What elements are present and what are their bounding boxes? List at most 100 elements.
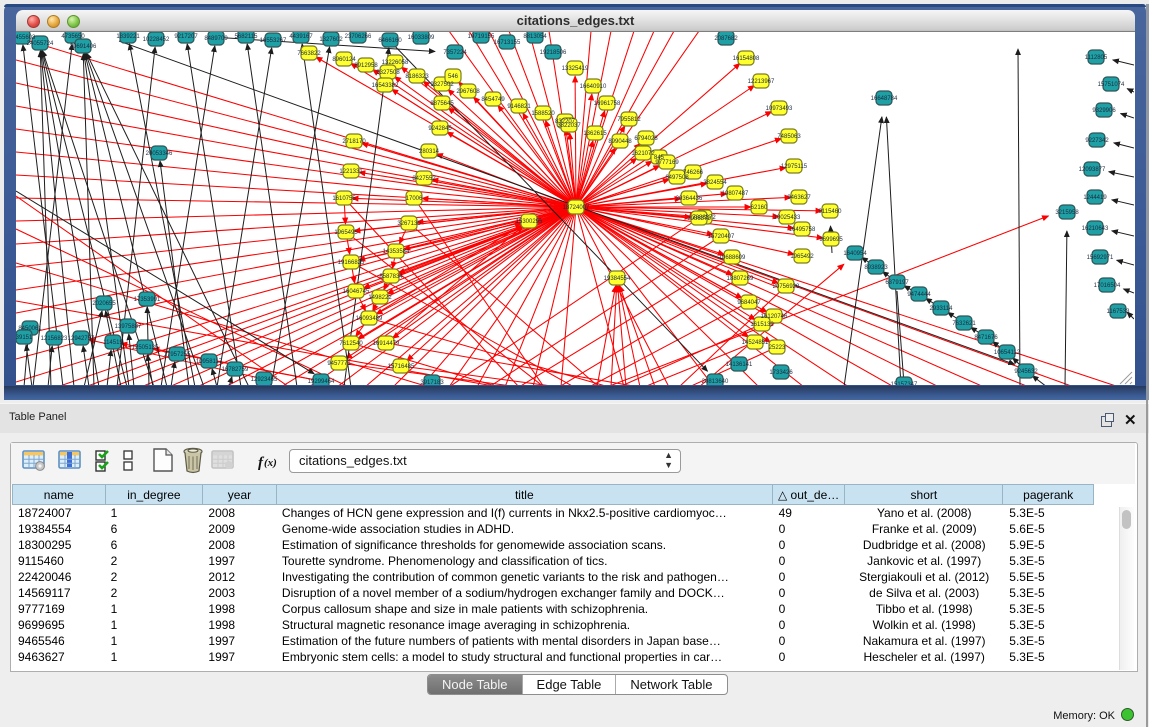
svg-text:1965495: 1965495: [334, 230, 358, 236]
svg-text:12975115: 12975115: [781, 164, 808, 170]
svg-text:7955812: 7955812: [617, 117, 641, 123]
svg-text:16154808: 16154808: [733, 56, 760, 62]
svg-text:7612540: 7612540: [339, 341, 363, 347]
svg-text:9327502: 9327502: [430, 82, 454, 88]
svg-text:9327508: 9327508: [376, 70, 400, 76]
svg-text:3917183: 3917183: [420, 380, 444, 385]
svg-text:1167533: 1167533: [1107, 309, 1131, 315]
svg-text:8875645: 8875645: [430, 101, 454, 107]
svg-text:8186323: 8186323: [405, 74, 429, 80]
svg-text:8960124: 8960124: [332, 57, 356, 63]
svg-text:6794028: 6794028: [634, 136, 658, 142]
svg-text:14353584: 14353584: [383, 249, 410, 255]
svg-text:9457771: 9457771: [327, 361, 351, 367]
svg-text:1362615: 1362615: [583, 131, 607, 137]
svg-text:1498222: 1498222: [368, 295, 392, 301]
svg-text:16543382: 16543382: [372, 83, 399, 89]
svg-text:12505135: 12505135: [132, 345, 159, 351]
svg-text:1610755: 1610755: [332, 196, 356, 202]
svg-text:16093489: 16093489: [356, 316, 383, 322]
svg-text:9227342: 9227342: [1085, 138, 1109, 144]
svg-text:20691406: 20691406: [70, 44, 97, 50]
svg-text:17353991: 17353991: [134, 297, 161, 303]
svg-text:20053346: 20053346: [146, 151, 173, 157]
svg-text:8489709: 8489709: [204, 36, 228, 42]
svg-text:7485063: 7485063: [777, 134, 801, 140]
svg-text:9463627: 9463627: [787, 195, 811, 201]
svg-text:16553267: 16553267: [260, 38, 287, 44]
svg-text:17957255: 17957255: [164, 352, 191, 358]
svg-text:15716485: 15716485: [388, 364, 415, 370]
svg-text:9684047: 9684047: [737, 300, 761, 306]
svg-text:16046745: 16046745: [343, 289, 370, 295]
svg-text:10688609: 10688609: [719, 255, 746, 261]
svg-text:19166825: 19166825: [338, 260, 365, 266]
svg-text:15692971: 15692971: [1087, 255, 1114, 261]
svg-text:7632621: 7632621: [952, 321, 976, 327]
svg-text:19384554: 19384554: [604, 276, 631, 282]
svg-text:280314: 280314: [419, 149, 440, 155]
svg-text:3822037: 3822037: [557, 123, 581, 129]
svg-text:12923465: 12923465: [251, 377, 278, 383]
svg-text:16210643: 16210643: [1082, 226, 1109, 232]
svg-text:3824554: 3824554: [703, 180, 727, 186]
svg-text:19299464: 19299464: [308, 379, 335, 385]
svg-text:12156823: 12156823: [41, 336, 68, 342]
svg-text:39151: 39151: [16, 335, 33, 341]
svg-text:10807487: 10807487: [722, 191, 749, 197]
svg-text:7663822: 7663822: [297, 51, 321, 57]
svg-text:2967608: 2967608: [456, 89, 480, 95]
svg-text:16961758: 16961758: [594, 101, 621, 107]
svg-text:1733426: 1733426: [769, 370, 793, 376]
svg-text:16914479: 16914479: [373, 341, 400, 347]
svg-text:9245632: 9245632: [1014, 369, 1038, 375]
svg-text:8990448: 8990448: [608, 139, 632, 145]
svg-text:1839221: 1839221: [116, 34, 140, 40]
svg-text:16648784: 16648784: [871, 96, 898, 102]
svg-text:20813640: 20813640: [702, 379, 729, 385]
svg-text:3267130: 3267130: [397, 221, 421, 227]
svg-text:7357224: 7357224: [443, 50, 467, 56]
svg-text:10958117: 10958117: [196, 359, 223, 365]
svg-text:9115460: 9115460: [819, 209, 843, 215]
svg-text:8471676: 8471676: [974, 335, 998, 341]
svg-text:8813054: 8813054: [523, 34, 547, 40]
svg-text:10025433: 10025433: [774, 215, 801, 221]
svg-text:8450061: 8450061: [18, 326, 42, 332]
svg-text:17016504: 17016504: [1094, 283, 1121, 289]
svg-text:9242845: 9242845: [428, 126, 452, 132]
svg-text:10973493: 10973493: [766, 106, 793, 112]
svg-text:9146821: 9146821: [507, 104, 531, 110]
svg-text:3215958: 3215958: [1055, 210, 1079, 216]
svg-text:5682115: 5682115: [235, 34, 259, 40]
svg-text:16640910: 16640910: [580, 84, 607, 90]
svg-text:18807269: 18807269: [727, 276, 754, 282]
svg-text:24055724: 24055724: [27, 41, 54, 47]
svg-text:2020655: 2020655: [92, 301, 116, 307]
svg-text:19218506: 19218506: [540, 50, 567, 56]
svg-text:1615132: 1615132: [750, 322, 774, 328]
svg-text:9474444: 9474444: [907, 292, 931, 298]
svg-text:25223: 25223: [769, 345, 786, 351]
svg-text:1244419: 1244419: [1083, 195, 1107, 201]
svg-text:6379197: 6379197: [885, 280, 909, 286]
svg-text:10654112: 10654112: [994, 350, 1021, 356]
svg-text:8427552: 8427552: [412, 176, 436, 182]
svg-text:1588520: 1588520: [531, 111, 555, 117]
svg-text:746266: 746266: [683, 170, 704, 176]
svg-text:62160: 62160: [751, 205, 768, 211]
svg-text:9777169: 9777169: [655, 160, 679, 166]
svg-text:14524851: 14524851: [742, 340, 769, 346]
svg-text:18724007: 18724007: [563, 205, 590, 211]
svg-text:10228452: 10228452: [143, 37, 170, 43]
svg-text:16495758: 16495758: [789, 227, 816, 233]
svg-text:17006: 17006: [406, 196, 423, 202]
svg-text:20756928: 20756928: [773, 284, 800, 290]
svg-text:4439167: 4439167: [289, 34, 313, 40]
svg-text:1112805: 1112805: [1085, 55, 1108, 61]
svg-text:16033809: 16033809: [408, 35, 435, 41]
svg-text:10719155: 10719155: [468, 34, 495, 40]
svg-text:1221331: 1221331: [339, 169, 363, 175]
svg-text:23706266: 23706266: [345, 34, 372, 40]
svg-text:13975887: 13975887: [115, 324, 142, 330]
